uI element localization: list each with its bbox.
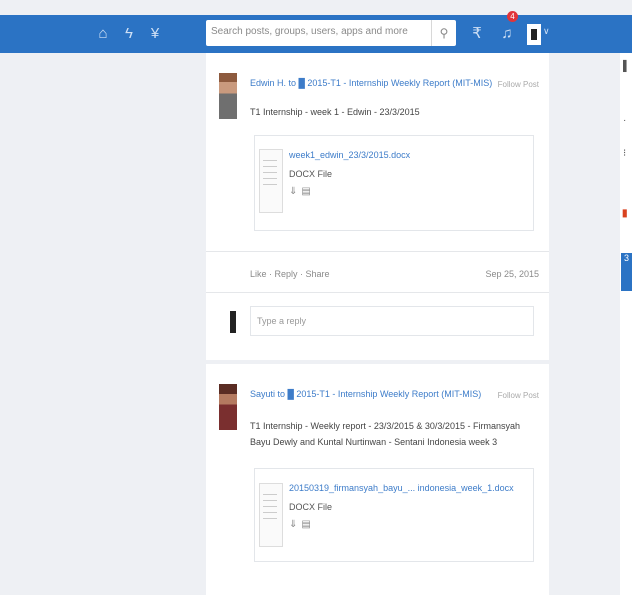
search-box[interactable]: Search posts, groups, users, apps and mo… bbox=[206, 20, 456, 46]
post-title[interactable]: Sayuti to █ 2015-T1 - Internship Weekly … bbox=[250, 389, 481, 399]
file-thumbnail-icon bbox=[259, 149, 283, 213]
post-card: Sayuti to █ 2015-T1 - Internship Weekly … bbox=[206, 364, 549, 595]
divider bbox=[206, 251, 549, 252]
user-avatar-icon[interactable] bbox=[527, 24, 541, 45]
attachment-card[interactable]: week1_edwin_23/3/2015.docx DOCX File ⇓▤ bbox=[254, 135, 534, 231]
wheat-icon[interactable]: ¥ bbox=[146, 25, 164, 43]
right-panel: ▌ · ⁝ ▮ 3 bbox=[620, 53, 632, 595]
follow-post-button[interactable]: Follow Post bbox=[498, 391, 539, 400]
post-title[interactable]: Edwin H. to █ 2015-T1 - Internship Weekl… bbox=[250, 78, 492, 88]
attachment-actions[interactable]: ⇓▤ bbox=[289, 186, 315, 197]
attachment-type: DOCX File bbox=[289, 502, 333, 512]
post-body: T1 Internship - week 1 - Edwin - 23/3/20… bbox=[250, 107, 420, 117]
notification-badge: 4 bbox=[507, 11, 518, 22]
avatar[interactable] bbox=[219, 73, 237, 119]
right-panel-icon[interactable]: ⁝ bbox=[623, 148, 626, 159]
document-icon: ▤ bbox=[301, 186, 315, 197]
avatar[interactable] bbox=[219, 384, 237, 430]
search-icon[interactable]: ⚲ bbox=[431, 20, 456, 46]
attachment-actions[interactable]: ⇓▤ bbox=[289, 519, 315, 530]
attachment-name[interactable]: 20150319_firmansyah_bayu_... indonesia_w… bbox=[289, 483, 514, 493]
post-date: Sep 25, 2015 bbox=[485, 269, 539, 279]
attachment-type: DOCX File bbox=[289, 169, 333, 179]
chevron-down-icon[interactable]: ∨ bbox=[543, 26, 550, 37]
follow-post-button[interactable]: Follow Post bbox=[498, 80, 539, 89]
search-input[interactable]: Search posts, groups, users, apps and mo… bbox=[211, 26, 408, 37]
avatar bbox=[230, 311, 236, 333]
right-panel-icon[interactable]: · bbox=[623, 115, 626, 126]
right-panel-icon[interactable]: ▌ bbox=[623, 61, 630, 72]
download-icon: ⇓ bbox=[289, 186, 302, 197]
download-icon: ⇓ bbox=[289, 519, 302, 530]
attachment-name[interactable]: week1_edwin_23/3/2015.docx bbox=[289, 150, 410, 160]
home-icon[interactable]: ⌂ bbox=[94, 25, 112, 43]
document-icon: ▤ bbox=[301, 519, 315, 530]
inbox-icon[interactable]: ₹ bbox=[468, 25, 486, 43]
bell-icon[interactable]: ♫ bbox=[498, 25, 516, 43]
reply-placeholder: Type a reply bbox=[257, 316, 307, 326]
activity-icon[interactable]: ϟ bbox=[120, 25, 138, 43]
attachment-card[interactable]: 20150319_firmansyah_bayu_... indonesia_w… bbox=[254, 468, 534, 562]
post-body: T1 Internship - Weekly report - 23/3/201… bbox=[250, 421, 520, 447]
divider bbox=[206, 292, 549, 293]
office-icon[interactable]: ▮ bbox=[622, 208, 628, 219]
file-thumbnail-icon bbox=[259, 483, 283, 547]
top-navigation-bar: ⌂ ϟ ¥ Search posts, groups, users, apps … bbox=[0, 11, 632, 53]
app-icon[interactable]: 3 bbox=[621, 253, 632, 291]
feed: Edwin H. to █ 2015-T1 - Internship Weekl… bbox=[206, 53, 549, 595]
left-panel bbox=[9, 53, 206, 595]
post-actions[interactable]: Like · Reply · Share bbox=[250, 269, 330, 279]
reply-input[interactable]: Type a reply bbox=[250, 306, 534, 336]
post-card: Edwin H. to █ 2015-T1 - Internship Weekl… bbox=[206, 53, 549, 360]
